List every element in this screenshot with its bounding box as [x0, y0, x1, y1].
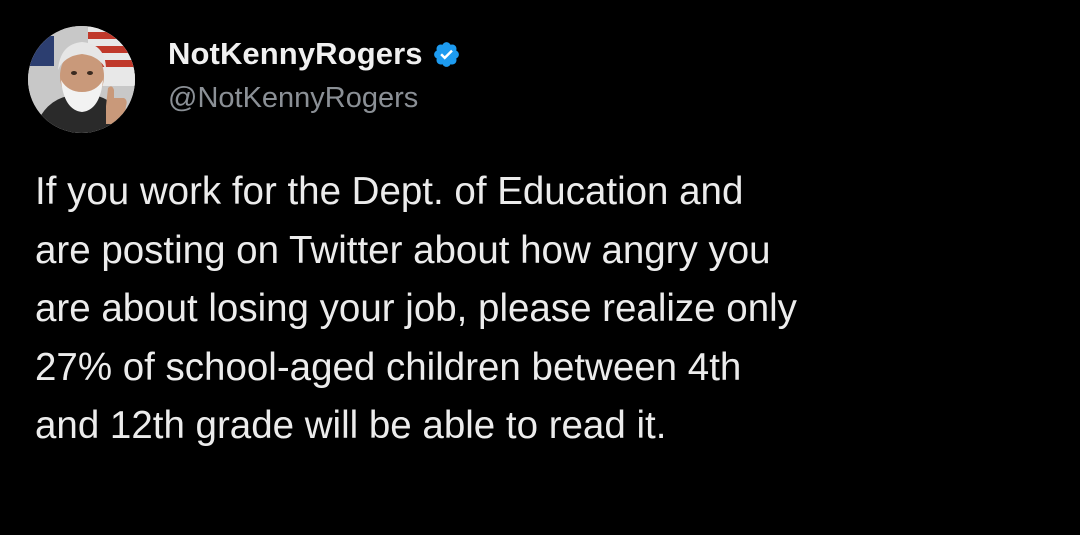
author-handle[interactable]: @NotKennyRogers [168, 82, 418, 115]
display-name[interactable]: NotKennyRogers [168, 36, 423, 72]
tweet-text: If you work for the Dept. of Education a… [35, 170, 797, 447]
avatar[interactable] [28, 26, 135, 133]
tweet-card: NotKennyRogers @NotKennyRogers If you wo… [0, 0, 1080, 535]
avatar-image [28, 26, 135, 133]
author-name-row: NotKennyRogers [168, 34, 461, 74]
verified-badge-icon [432, 40, 461, 69]
